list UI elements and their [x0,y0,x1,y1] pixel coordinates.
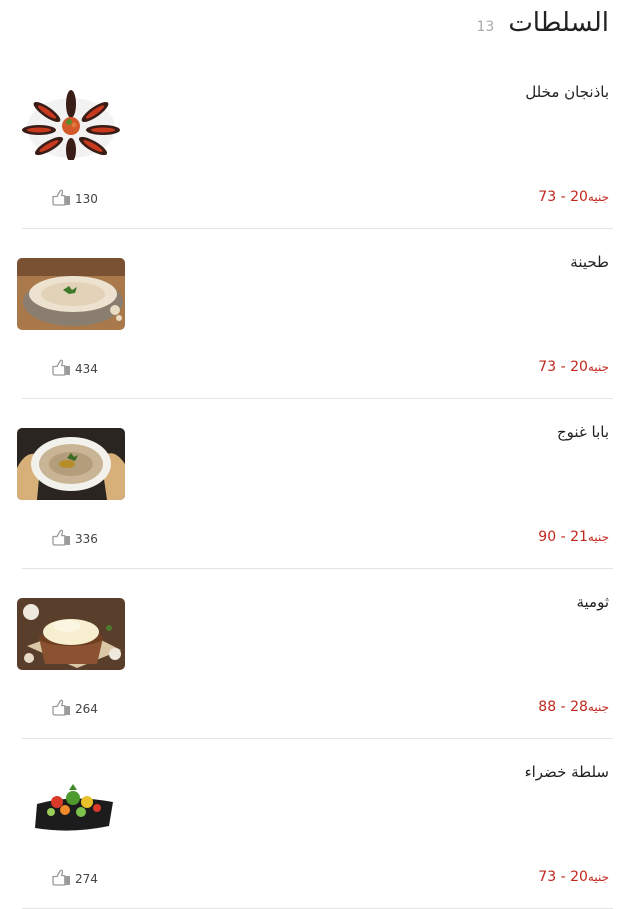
menu-item-price: 20 - 73 جنيه [538,189,609,205]
menu-item-name[interactable]: سلطة خضراء [525,763,609,781]
menu-item-list: باذنجان مخلل 20 - 73 جنيه 130 طحينة 20 -… [0,59,631,909]
menu-item-price: 28 - 88 جنيه [538,699,609,715]
price-currency: جنيه [587,870,609,884]
section-title: السلطات [508,8,609,38]
like-button[interactable]: 264 [52,699,98,720]
section-item-count: 13 [476,19,495,35]
price-range: 28 - 88 [538,699,588,715]
menu-item[interactable]: ثومية 28 - 88 جنيه 264 [0,569,631,739]
menu-item-image[interactable] [17,88,125,160]
menu-item-price: 20 - 73 جنيه [538,359,609,375]
thumbs-up-icon [52,699,71,720]
menu-item-name[interactable]: طحينة [570,253,609,271]
menu-item-image[interactable] [17,428,125,500]
price-currency: جنيه [587,360,609,374]
like-button[interactable]: 434 [52,359,98,380]
like-count: 264 [75,702,98,716]
like-count: 274 [75,872,98,886]
price-range: 20 - 73 [538,869,588,885]
menu-item[interactable]: سلطة خضراء 20 - 73 جنيه 274 [0,739,631,909]
section-header: السلطات 13 [476,8,609,42]
menu-item[interactable]: بابا غنوج 21 - 90 جنيه 336 [0,399,631,569]
menu-item-name[interactable]: بابا غنوج [557,423,609,441]
price-currency: جنيه [587,530,609,544]
price-range: 21 - 90 [538,529,588,545]
menu-item-image[interactable] [17,598,125,670]
menu-item-image[interactable] [17,258,125,330]
menu-item-price: 20 - 73 جنيه [538,869,609,885]
price-currency: جنيه [587,190,609,204]
like-button[interactable]: 130 [52,189,98,210]
thumbs-up-icon [52,359,71,380]
like-button[interactable]: 274 [52,869,98,890]
thumbs-up-icon [52,529,71,550]
thumbs-up-icon [52,189,71,210]
thumbs-up-icon [52,869,71,890]
menu-item[interactable]: باذنجان مخلل 20 - 73 جنيه 130 [0,59,631,229]
price-currency: جنيه [587,700,609,714]
menu-item-name[interactable]: ثومية [576,593,609,611]
price-range: 20 - 73 [538,189,588,205]
menu-item[interactable]: طحينة 20 - 73 جنيه 434 [0,229,631,399]
like-button[interactable]: 336 [52,529,98,550]
like-count: 130 [75,192,98,206]
price-range: 20 - 73 [538,359,588,375]
menu-item-image[interactable] [17,768,125,840]
menu-item-price: 21 - 90 جنيه [538,529,609,545]
menu-item-name[interactable]: باذنجان مخلل [525,83,609,101]
like-count: 336 [75,532,98,546]
like-count: 434 [75,362,98,376]
